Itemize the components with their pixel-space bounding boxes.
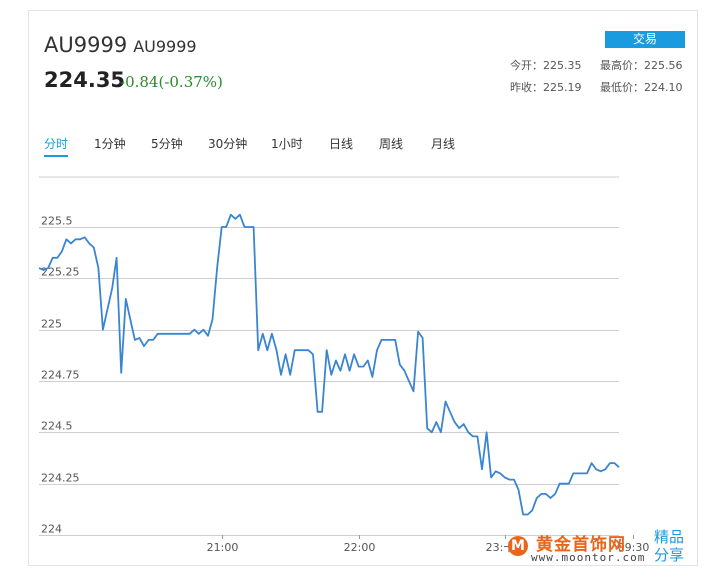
x-tick-label: 22:00: [344, 541, 376, 554]
watermark-url: www.moontor.com: [531, 551, 646, 564]
y-tick-label: 225: [41, 318, 62, 331]
y-tick-label: 225.5: [41, 215, 73, 228]
y-tick-label: 224.75: [41, 369, 80, 382]
x-tick-label: 21:00: [207, 541, 239, 554]
watermark-side-text: 精品分享: [653, 528, 684, 564]
watermark-logo: M: [508, 536, 528, 556]
price-chart: 225.5 225.25 225 224.75 224.5 224.25 224 21:00 2…: [38, 176, 649, 554]
price-line: [38, 213, 620, 516]
y-tick-label: 224.25: [41, 472, 80, 485]
y-tick-label: 224.5: [41, 420, 73, 433]
y-tick-label: 224: [41, 523, 62, 536]
y-tick-label: 225.25: [41, 266, 80, 279]
